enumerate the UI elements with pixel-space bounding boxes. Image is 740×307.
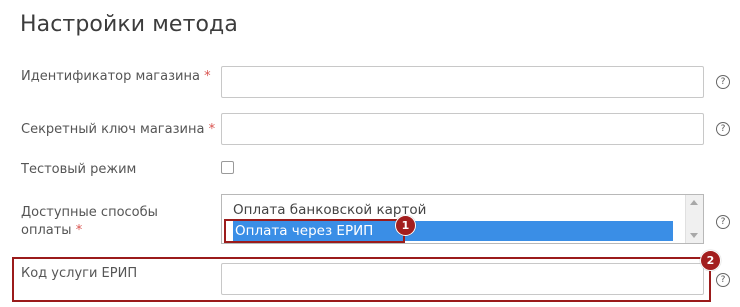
required-mark: * (208, 122, 216, 137)
annotation-badge-1: 1 (395, 215, 416, 236)
shop-id-label-text: Идентификатор магазина (21, 69, 200, 84)
scroll-down-arrow-icon[interactable] (690, 233, 698, 238)
payment-methods-label-line2: оплаты (21, 223, 72, 238)
shop-id-input[interactable] (221, 66, 704, 98)
test-mode-checkbox[interactable] (221, 161, 234, 174)
annotation-highlight-1 (224, 219, 405, 243)
annotation-badge-2: 2 (700, 250, 721, 271)
required-mark: * (75, 223, 83, 238)
payment-methods-label: Доступные способы оплаты * (21, 204, 158, 240)
shop-id-label: Идентификатор магазина * (21, 68, 211, 86)
annotation-highlight-2 (12, 257, 711, 302)
secret-key-label: Секретный ключ магазина * (21, 121, 215, 139)
required-mark: * (204, 69, 211, 84)
page-title: Настройки метода (20, 12, 238, 37)
help-icon[interactable]: ? (716, 122, 730, 136)
payment-methods-label-line1: Доступные способы (21, 205, 158, 220)
scroll-up-arrow-icon[interactable] (690, 200, 698, 205)
help-icon[interactable]: ? (716, 215, 730, 229)
help-icon[interactable]: ? (716, 75, 730, 89)
help-icon[interactable]: ? (716, 273, 730, 287)
listbox-scrollbar[interactable] (685, 195, 703, 243)
secret-key-label-text: Секретный ключ магазина (21, 122, 205, 137)
secret-key-input[interactable] (221, 113, 704, 145)
test-mode-label: Тестовый режим (21, 162, 137, 177)
